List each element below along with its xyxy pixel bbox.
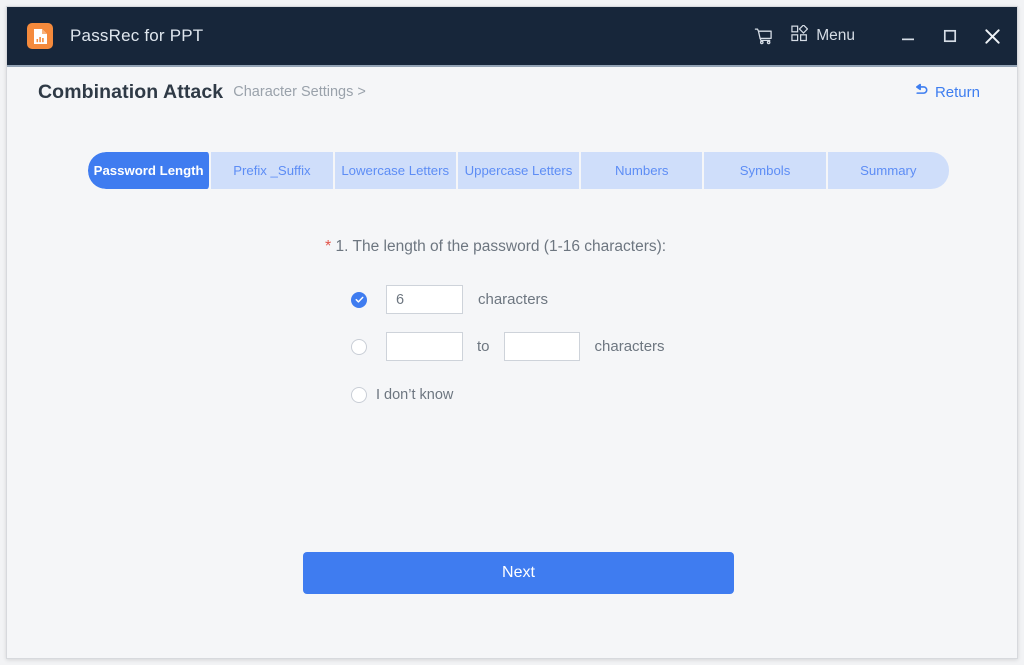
unknown-label: I don’t know <box>376 387 454 403</box>
exact-length-input[interactable] <box>386 285 463 314</box>
required-marker: * <box>325 238 332 255</box>
menu-label: Menu <box>816 27 855 44</box>
grid-menu-icon <box>791 24 809 47</box>
next-button[interactable]: Next <box>303 552 734 594</box>
cart-icon[interactable] <box>741 7 785 65</box>
tab-symbols[interactable]: Symbols <box>704 152 828 189</box>
menu-button[interactable]: Menu <box>785 7 865 65</box>
close-icon[interactable] <box>971 7 1013 65</box>
page-title: Combination Attack <box>38 80 224 103</box>
title-bar: PassRec for PPT Menu <box>7 7 1017 67</box>
settings-tab-bar: Password Length Prefix _Suffix Lowercase… <box>88 152 949 189</box>
radio-unknown-length[interactable] <box>351 387 367 403</box>
option-exact-length[interactable]: characters <box>351 285 548 314</box>
app-title: PassRec for PPT <box>70 26 204 45</box>
return-button[interactable]: Return <box>913 83 980 102</box>
tab-prefix-suffix[interactable]: Prefix _Suffix <box>211 152 335 189</box>
radio-exact-length[interactable] <box>351 291 367 308</box>
application-window: PassRec for PPT Menu Combination Attack … <box>6 6 1018 659</box>
option-unknown-length[interactable]: I don’t know <box>351 387 453 403</box>
tab-uppercase-letters[interactable]: Uppercase Letters <box>457 152 582 189</box>
range-unit-label: characters <box>594 338 665 355</box>
range-min-input[interactable] <box>386 332 463 361</box>
tab-lowercase-letters[interactable]: Lowercase Letters <box>334 152 458 189</box>
question-label: * 1. The length of the password (1-16 ch… <box>325 238 666 256</box>
tab-summary[interactable]: Summary <box>827 152 949 189</box>
breadcrumb: Character Settings > <box>233 84 366 100</box>
maximize-icon[interactable] <box>929 7 971 65</box>
document-chart-icon <box>27 23 53 49</box>
range-max-input[interactable] <box>503 332 580 361</box>
return-label: Return <box>934 83 980 101</box>
tab-password-length[interactable]: Password Length <box>88 152 212 189</box>
page-header: Combination Attack Character Settings > … <box>7 67 1017 117</box>
range-separator-label: to <box>477 338 490 355</box>
radio-range-length[interactable] <box>351 338 367 355</box>
minimize-icon[interactable] <box>887 7 929 65</box>
tab-numbers[interactable]: Numbers <box>581 152 705 189</box>
question-text: 1. The length of the password (1-16 char… <box>335 238 667 255</box>
exact-unit-label: characters <box>478 291 549 308</box>
window-controls: Menu <box>741 7 1017 65</box>
back-arrow-icon <box>913 83 929 102</box>
option-range-length[interactable]: to characters <box>351 332 665 361</box>
